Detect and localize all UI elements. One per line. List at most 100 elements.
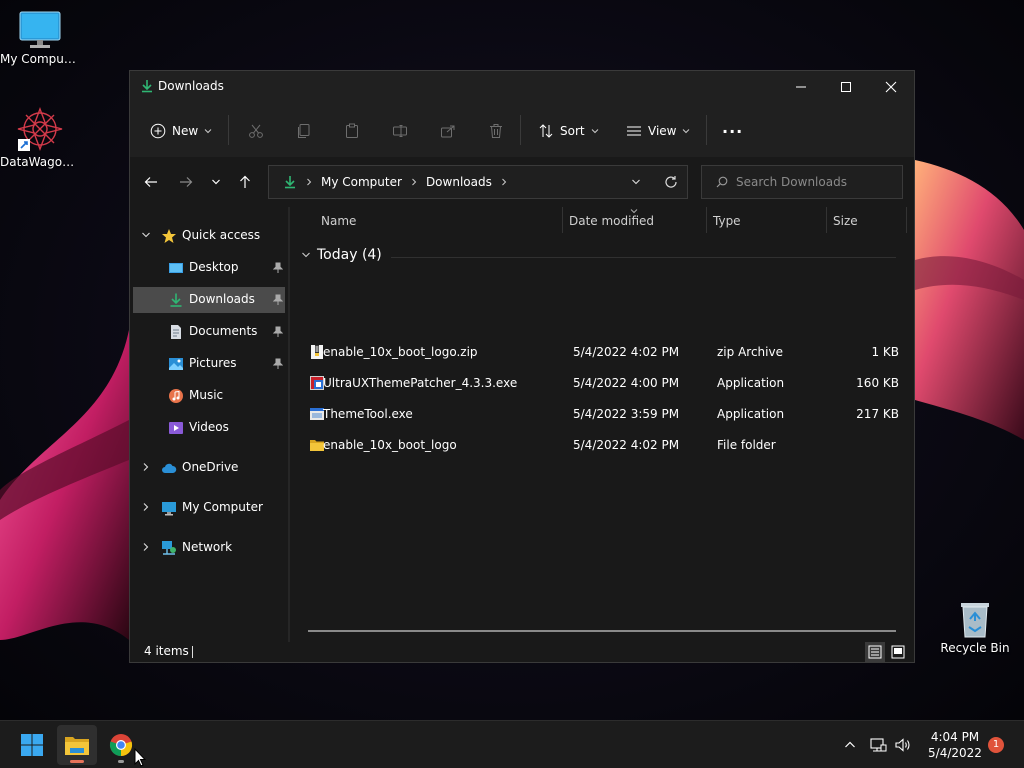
table-row[interactable]: UltraUXThemePatcher_4.3.3.exe 5/4/2022 4… xyxy=(305,369,900,399)
start-button[interactable] xyxy=(12,725,52,765)
column-header-type[interactable]: Type xyxy=(713,214,741,228)
desktop-icon-recycle-bin[interactable]: Recycle Bin xyxy=(935,597,1015,655)
nav-my-computer[interactable]: My Computer xyxy=(133,495,285,521)
column-header-name[interactable]: Name xyxy=(321,214,356,228)
more-options-button[interactable]: ··· xyxy=(722,117,743,145)
paste-button[interactable] xyxy=(344,117,360,145)
maximize-button[interactable] xyxy=(823,71,869,103)
arrow-right-icon xyxy=(180,177,193,187)
tiles-view-button[interactable] xyxy=(888,642,908,662)
nav-music[interactable]: Music xyxy=(133,383,285,409)
column-separator[interactable] xyxy=(706,207,707,233)
column-separator[interactable] xyxy=(906,207,907,233)
table-row[interactable]: enable_10x_boot_logo.zip 5/4/2022 4:02 P… xyxy=(305,338,900,368)
maximize-icon xyxy=(841,82,851,92)
cloud-icon xyxy=(162,463,177,473)
close-button[interactable] xyxy=(868,71,914,103)
arrow-up-icon xyxy=(240,175,250,188)
breadcrumb-my-computer[interactable]: My Computer xyxy=(321,175,402,189)
minimize-icon xyxy=(796,86,806,88)
refresh-icon[interactable] xyxy=(664,175,678,189)
rename-button[interactable] xyxy=(392,117,408,145)
title-bar[interactable]: Downloads xyxy=(130,71,914,103)
group-divider xyxy=(391,257,896,258)
nav-label: Quick access xyxy=(182,228,261,242)
show-hidden-icons-button[interactable] xyxy=(840,735,860,755)
cut-button[interactable] xyxy=(248,117,264,145)
nav-label: Downloads xyxy=(189,292,255,306)
clock[interactable]: 4:04 PM 5/4/2022 xyxy=(924,729,986,761)
new-button[interactable]: New xyxy=(150,117,212,145)
nav-label: OneDrive xyxy=(182,460,239,474)
delete-button[interactable] xyxy=(488,117,504,145)
share-button[interactable] xyxy=(440,117,456,145)
nav-documents[interactable]: Documents xyxy=(133,319,285,345)
file-date: 5/4/2022 4:02 PM xyxy=(573,345,680,359)
breadcrumb-downloads[interactable]: Downloads xyxy=(426,175,492,189)
up-button[interactable] xyxy=(232,169,258,195)
chrome-icon xyxy=(109,734,133,757)
search-icon xyxy=(716,176,728,188)
chevron-right-icon xyxy=(412,178,417,186)
navigation-pane: Quick access Desktop Downloads Documents… xyxy=(130,207,288,642)
star-icon xyxy=(162,229,176,243)
table-row[interactable]: enable_10x_boot_logo 5/4/2022 4:02 PM Fi… xyxy=(305,431,900,461)
sort-button[interactable]: Sort xyxy=(538,117,599,145)
address-bar[interactable]: My Computer Downloads xyxy=(268,165,688,199)
pin-icon xyxy=(273,326,283,337)
view-button[interactable]: View xyxy=(626,117,690,145)
copy-button[interactable] xyxy=(296,117,312,145)
tiles-view-icon xyxy=(891,645,905,659)
recent-locations-button[interactable] xyxy=(203,169,229,195)
nav-downloads[interactable]: Downloads xyxy=(133,287,285,313)
search-input[interactable]: Search Downloads xyxy=(736,175,847,189)
sort-icon xyxy=(539,124,553,138)
pin-icon xyxy=(273,358,283,369)
clock-date: 5/4/2022 xyxy=(928,746,982,760)
nav-quick-access[interactable]: Quick access xyxy=(133,223,285,249)
nav-videos[interactable]: Videos xyxy=(133,415,285,441)
column-header-date[interactable]: Date modified xyxy=(569,214,654,228)
file-date: 5/4/2022 4:02 PM xyxy=(573,438,680,452)
pane-splitter[interactable] xyxy=(288,207,290,642)
desktop-icon-my-computer[interactable]: My Computer xyxy=(0,10,80,66)
rename-icon xyxy=(393,125,407,137)
address-dropdown-icon[interactable] xyxy=(631,177,641,187)
chevron-right-icon xyxy=(143,543,149,551)
clipboard-icon xyxy=(346,123,358,138)
chevron-down-icon xyxy=(142,232,150,238)
table-row[interactable]: ThemeTool.exe 5/4/2022 3:59 PM Applicati… xyxy=(305,400,900,430)
command-bar: New Sort View ··· xyxy=(130,103,914,157)
music-icon xyxy=(169,389,183,403)
chevron-down-icon xyxy=(212,179,220,185)
file-size: 1 KB xyxy=(871,345,899,359)
back-button[interactable] xyxy=(138,169,164,195)
file-type: Application xyxy=(717,407,785,421)
minimize-button[interactable] xyxy=(778,71,824,103)
horizontal-scrollbar[interactable] xyxy=(308,630,896,632)
desktop-icon-label: Recycle Bin xyxy=(940,641,1010,655)
group-header-today[interactable]: Today (4) xyxy=(301,247,382,263)
column-separator[interactable] xyxy=(562,207,563,233)
window-title: Downloads xyxy=(158,79,224,93)
nav-pictures[interactable]: Pictures xyxy=(133,351,285,377)
pictures-icon xyxy=(169,358,183,370)
column-header-size[interactable]: Size xyxy=(833,214,858,228)
nav-onedrive[interactable]: OneDrive xyxy=(133,455,285,481)
address-row: My Computer Downloads Search Downloads xyxy=(130,157,914,207)
plus-circle-icon xyxy=(150,123,166,139)
search-box[interactable]: Search Downloads xyxy=(701,165,903,199)
desktop-icon-datawagon[interactable]: DataWagon... xyxy=(0,105,80,169)
taskbar-file-explorer[interactable] xyxy=(57,725,97,765)
nav-network[interactable]: Network xyxy=(133,535,285,561)
forward-button[interactable] xyxy=(173,169,199,195)
network-status-button[interactable] xyxy=(868,735,888,755)
volume-button[interactable] xyxy=(893,735,913,755)
nav-desktop[interactable]: Desktop xyxy=(133,255,285,281)
column-separator[interactable] xyxy=(826,207,827,233)
details-view-button[interactable] xyxy=(865,642,885,662)
notification-badge[interactable]: 1 xyxy=(988,737,1004,753)
pin-icon xyxy=(273,262,283,273)
file-name: UltraUXThemePatcher_4.3.3.exe xyxy=(323,376,518,390)
taskbar: 4:04 PM 5/4/2022 1 xyxy=(0,720,1024,768)
